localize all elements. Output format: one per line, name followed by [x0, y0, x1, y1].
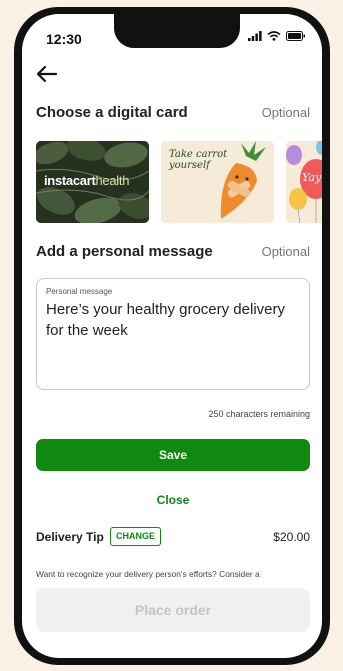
status-icons — [248, 31, 306, 41]
brand-name: instacart — [44, 173, 96, 188]
notch — [114, 14, 240, 48]
carrot-illustration — [220, 141, 266, 219]
place-order-button[interactable]: Place order — [36, 588, 310, 632]
back-arrow-icon[interactable] — [36, 64, 58, 84]
close-button[interactable]: Close — [36, 492, 310, 508]
screen: 12:30 Choose a digital card Optional ins… — [22, 14, 322, 658]
battery-icon — [286, 31, 305, 41]
personal-message-title: Add a personal message — [36, 243, 213, 260]
digital-card-title: Choose a digital card — [36, 104, 188, 121]
card-yay[interactable]: Yay — [286, 141, 322, 223]
delivery-tip-note: Want to recognize your delivery person's… — [36, 569, 260, 579]
signal-icon — [248, 31, 262, 41]
change-tip-button[interactable]: CHANGE — [110, 527, 162, 546]
phone-frame: 12:30 Choose a digital card Optional ins… — [14, 7, 330, 665]
wifi-icon — [267, 31, 281, 41]
digital-card-optional-label: Optional — [261, 105, 310, 120]
delivery-tip-label: Delivery Tip — [36, 530, 104, 544]
card-brand-text: instacarthealth — [44, 173, 129, 188]
brand-accent: health — [95, 173, 130, 188]
card-take-carrot[interactable]: Take carrot yourself — [161, 141, 274, 223]
personal-message-text[interactable]: Here’s your healthy grocery delivery for… — [46, 299, 300, 341]
characters-remaining: 250 characters remaining — [208, 409, 310, 419]
delivery-tip-amount: $20.00 — [273, 530, 310, 544]
digital-card-carousel[interactable]: instacarthealth Take carrot yourself Yay — [36, 141, 322, 223]
save-button[interactable]: Save — [36, 439, 310, 471]
personal-message-optional-label: Optional — [261, 244, 310, 259]
personal-message-field[interactable]: Personal message Here’s your healthy gro… — [36, 278, 310, 390]
status-time: 12:30 — [46, 31, 82, 47]
card-yay-text: Yay — [302, 171, 322, 184]
card-instacart-health[interactable]: instacarthealth — [36, 141, 149, 223]
personal-message-field-label: Personal message — [46, 287, 113, 296]
